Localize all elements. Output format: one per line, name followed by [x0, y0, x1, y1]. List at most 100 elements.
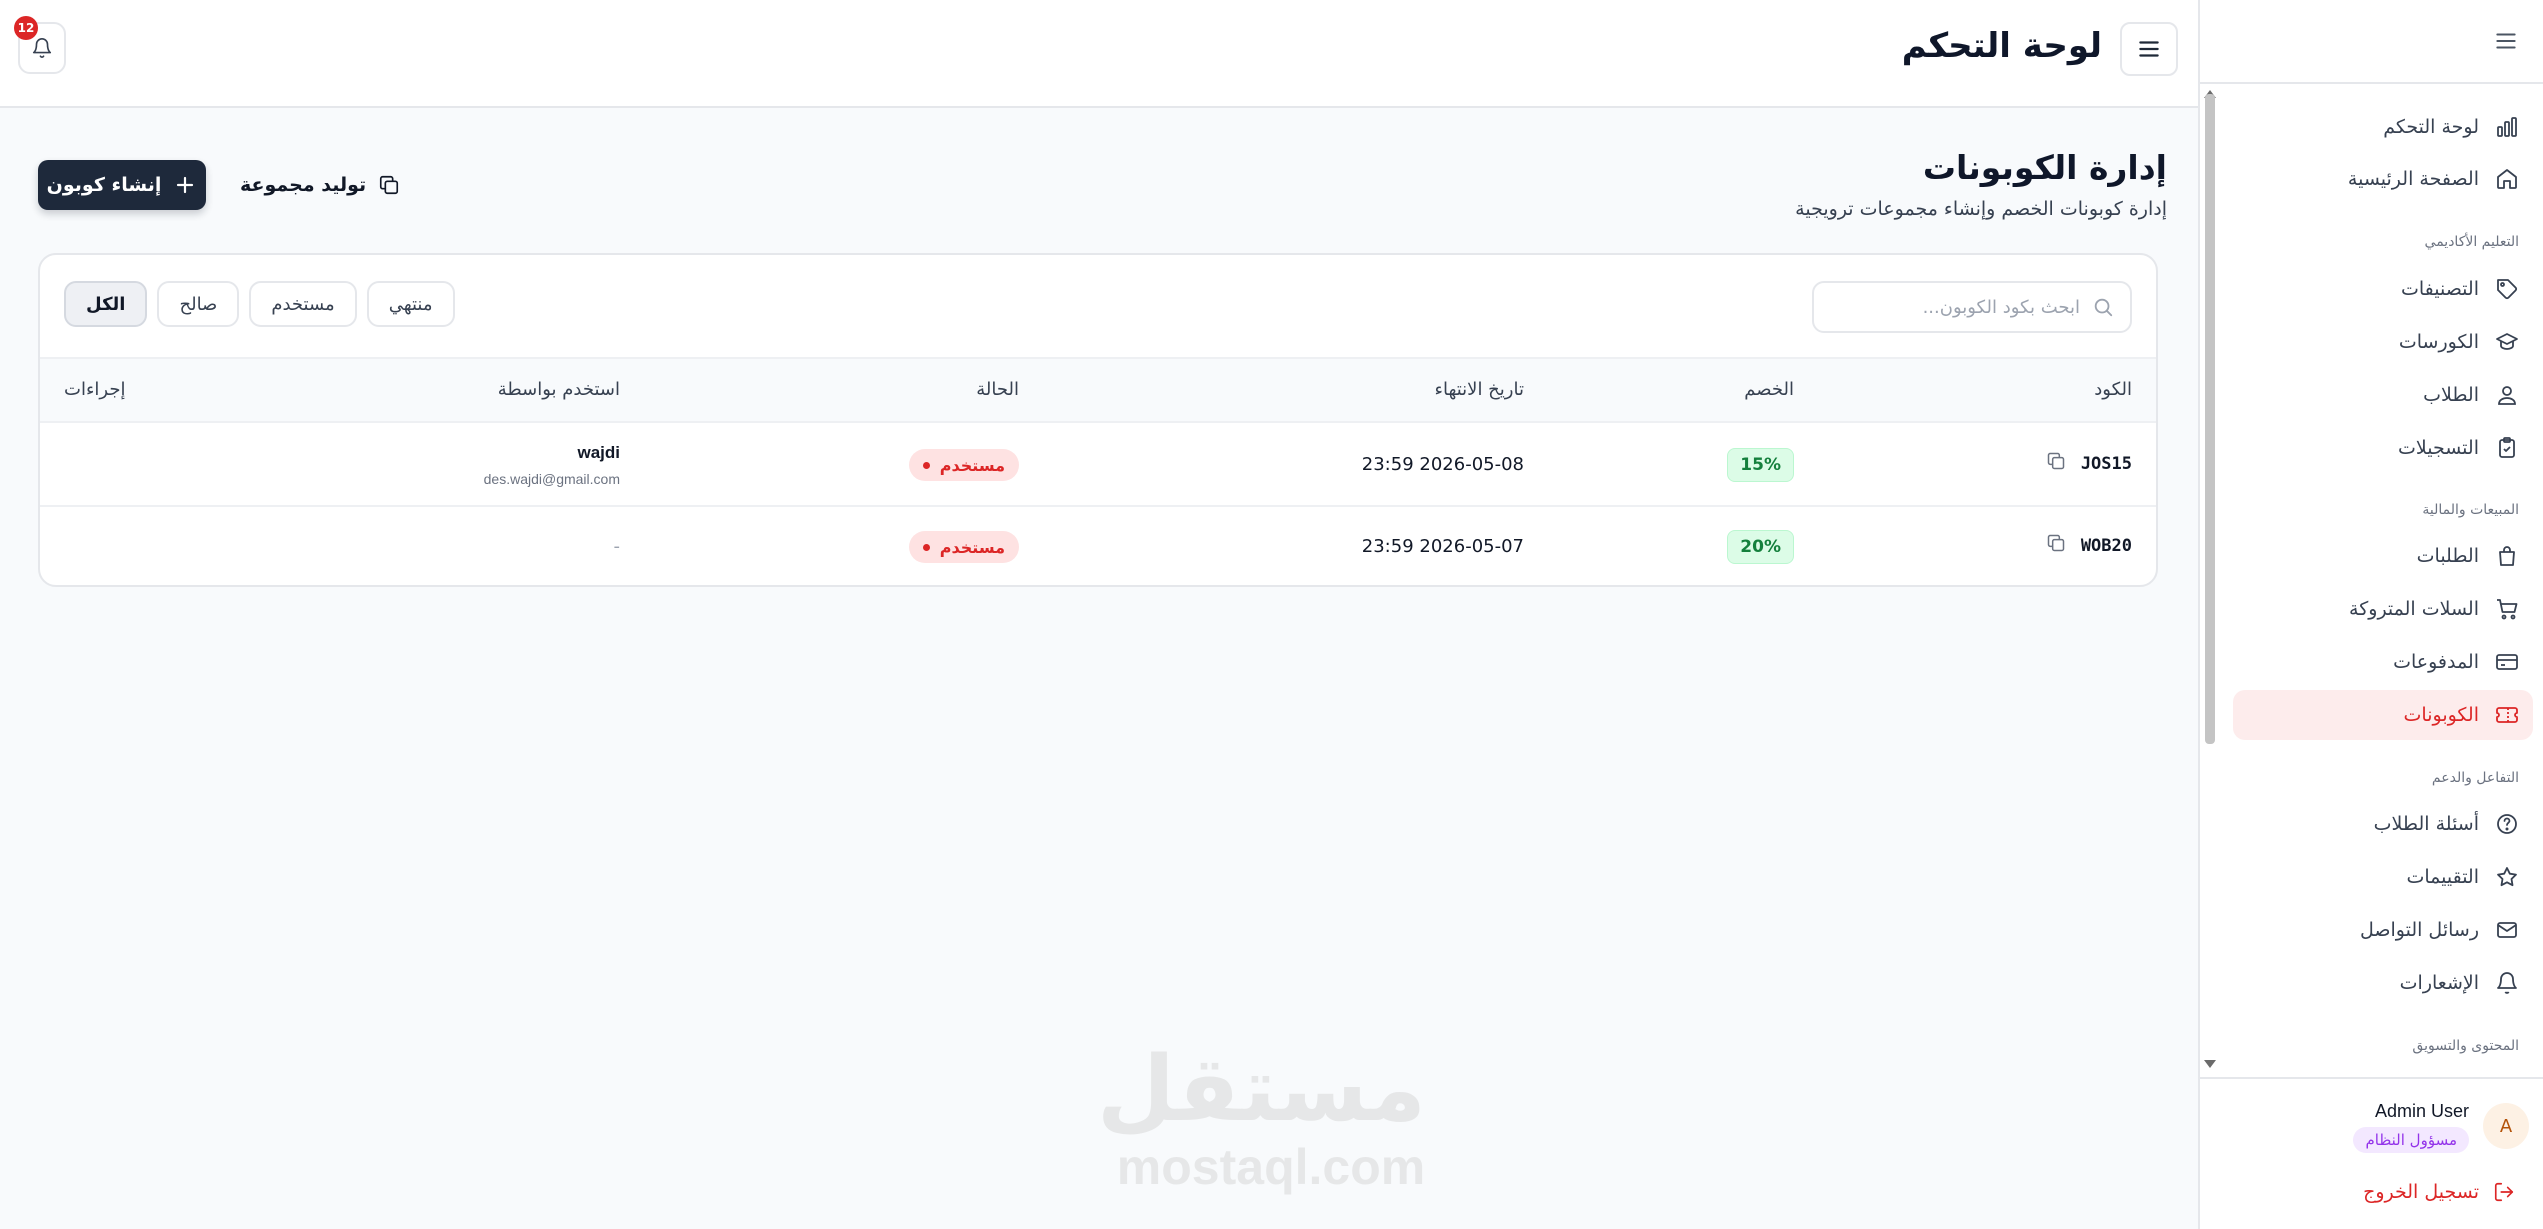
menu-toggle-button[interactable] — [2120, 22, 2178, 76]
search-input[interactable] — [1830, 296, 2080, 318]
logout-label: تسجيل الخروج — [2363, 1181, 2479, 1203]
sidebar-item-label: رسائل التواصل — [2359, 919, 2479, 941]
status-badge: مستخدم — [908, 449, 1019, 481]
coupon-code: WOB20 — [2080, 536, 2132, 556]
sidebar-item-coupons[interactable]: الكوبونات — [2233, 690, 2533, 740]
section-subtitle: إدارة كوبونات الخصم وإنشاء مجموعات ترويج… — [1795, 198, 2167, 220]
col-expiry: تاريخ الانتهاء — [1434, 379, 1525, 400]
plus-icon — [177, 176, 194, 194]
coupon-code: JOS15 — [2080, 454, 2132, 474]
copy-code-icon[interactable] — [2046, 533, 2066, 553]
sidebar-user-panel: A Admin User مسؤول النظام تسجيل الخروج — [2200, 1077, 2543, 1229]
search-icon — [2094, 298, 2113, 317]
status-dot-icon — [922, 461, 930, 469]
section-engagement: التفاعل والدعم — [2431, 770, 2519, 786]
used-by-name: wajdi — [577, 443, 620, 462]
copy-icon — [380, 175, 399, 195]
sidebar-item-label: الإشعارات — [2399, 972, 2479, 994]
sidebar-item-label: الكوبونات — [2403, 704, 2479, 726]
user-role-badge: مسؤول النظام — [2353, 1127, 2469, 1153]
filter-all[interactable]: الكل — [64, 281, 148, 327]
star-icon — [2497, 867, 2517, 887]
status-filters: الكل صالح مستخدم منتهي — [64, 281, 455, 327]
question-circle-icon — [2497, 814, 2517, 834]
create-coupon-button[interactable]: إنشاء كوبون — [38, 160, 206, 210]
shopping-bag-icon — [2499, 546, 2515, 566]
col-status: الحالة — [976, 379, 1019, 400]
sidebar-item-label: الطلبات — [2416, 545, 2479, 567]
search-field[interactable] — [1812, 281, 2132, 333]
sidebar-item-notifications[interactable]: الإشعارات — [2233, 958, 2533, 1008]
watermark-logo: مستقل mostaql.com — [1096, 1037, 1426, 1195]
logout-button[interactable]: تسجيل الخروج — [2363, 1181, 2515, 1203]
sidebar-item-payments[interactable]: المدفوعات — [2233, 637, 2533, 687]
table-header: الكود الخصم تاريخ الانتهاء الحالة استخدم… — [40, 357, 2156, 423]
used-by-name: - — [613, 536, 621, 557]
scroll-down-arrow-icon[interactable] — [2204, 1060, 2216, 1068]
used-by-email: des.wajdi@gmail.com — [483, 471, 620, 487]
expiry-date: 2026-05-08 23:59 — [1361, 454, 1524, 475]
user-name: Admin User — [2374, 1101, 2469, 1121]
create-coupon-label: إنشاء كوبون — [46, 174, 162, 196]
bar-chart-icon — [2497, 117, 2517, 137]
bell-icon — [32, 38, 52, 58]
sidebar-item-home[interactable]: الصفحة الرئيسية — [2233, 154, 2533, 204]
status-label: مستخدم — [939, 537, 1005, 557]
graduation-cap-icon — [2496, 333, 2518, 350]
sidebar-item-dashboard[interactable]: لوحة التحكم — [2233, 102, 2533, 152]
hamburger-icon — [2139, 41, 2159, 57]
notifications-badge: 12 — [14, 16, 38, 40]
sidebar-item-categories[interactable]: التصنيفات — [2233, 264, 2533, 314]
sidebar-scrollbar[interactable] — [2200, 86, 2222, 1076]
discount-badge: 15% — [1727, 448, 1794, 482]
credit-card-icon — [2496, 654, 2518, 670]
discount-badge: 20% — [1727, 530, 1794, 564]
section-academic: التعليم الأكاديمي — [2424, 234, 2519, 250]
expiry-date: 2026-05-07 23:59 — [1361, 536, 1524, 557]
sidebar-item-enrollments[interactable]: التسجيلات — [2233, 423, 2533, 473]
sidebar-item-label: السلات المتروكة — [2349, 598, 2479, 620]
logout-icon — [2494, 1182, 2514, 1202]
generate-batch-button[interactable]: توليد مجموعة — [240, 162, 400, 208]
bell-icon — [2497, 972, 2517, 994]
sidebar-nav: لوحة التحكم الصفحة الرئيسية التعليم الأك… — [2200, 86, 2543, 1076]
clipboard-check-icon — [2499, 437, 2515, 458]
coupons-table-card: الكل صالح مستخدم منتهي الكود الخصم تاريخ… — [38, 253, 2158, 587]
sidebar-item-contact-messages[interactable]: رسائل التواصل — [2233, 905, 2533, 955]
filter-valid[interactable]: صالح — [157, 281, 240, 327]
sidebar-item-courses[interactable]: الكورسات — [2233, 317, 2533, 367]
table-row: WOB20 20% 2026-05-07 23:59 مستخدم - — [40, 507, 2156, 585]
sidebar-item-students[interactable]: الطلاب — [2233, 370, 2533, 420]
sidebar-item-abandoned-carts[interactable]: السلات المتروكة — [2233, 584, 2533, 634]
home-icon — [2497, 169, 2517, 189]
col-code: الكود — [2094, 379, 2132, 400]
table-row: JOS15 15% 2026-05-08 23:59 مستخدم wajdi … — [40, 423, 2156, 507]
top-header: لوحة التحكم 12 — [0, 0, 2198, 108]
copy-code-icon[interactable] — [2046, 451, 2066, 471]
status-dot-icon — [922, 543, 930, 551]
sidebar-item-label: التسجيلات — [2398, 437, 2479, 459]
shopping-cart-icon — [2497, 599, 2518, 620]
sidebar-item-label: المدفوعات — [2393, 651, 2479, 673]
section-content: المحتوى والتسويق — [2412, 1038, 2519, 1054]
sidebar-item-orders[interactable]: الطلبات — [2233, 531, 2533, 581]
col-used-by: استخدم بواسطة — [497, 379, 620, 400]
student-icon — [2498, 386, 2516, 405]
sidebar-item-student-questions[interactable]: أسئلة الطلاب — [2233, 799, 2533, 849]
tag-icon — [2497, 279, 2518, 300]
filter-used[interactable]: مستخدم — [249, 281, 357, 327]
page-title: لوحة التحكم — [1901, 26, 2102, 66]
filter-expired[interactable]: منتهي — [366, 281, 455, 327]
section-title: إدارة الكوبونات — [1922, 148, 2167, 187]
sidebar-item-label: الصفحة الرئيسية — [2347, 168, 2479, 190]
sidebar-item-label: التقييمات — [2406, 866, 2479, 888]
sidebar-item-label: أسئلة الطلاب — [2373, 813, 2479, 835]
col-actions: إجراءات — [64, 379, 126, 400]
generate-batch-label: توليد مجموعة — [240, 174, 367, 196]
col-discount: الخصم — [1744, 379, 1794, 400]
avatar: A — [2483, 1103, 2529, 1149]
sidebar: لوحة التحكم الصفحة الرئيسية التعليم الأك… — [2198, 0, 2543, 1229]
sidebar-item-label: لوحة التحكم — [2383, 116, 2479, 138]
sidebar-collapse-icon[interactable] — [2493, 28, 2519, 54]
sidebar-item-reviews[interactable]: التقييمات — [2233, 852, 2533, 902]
